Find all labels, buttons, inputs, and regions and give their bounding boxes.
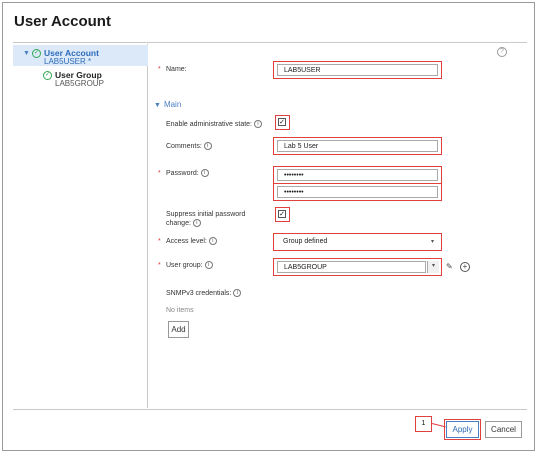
chevron-down-icon[interactable]: ▾ — [431, 238, 434, 245]
check-circle-icon: ✓ — [32, 49, 41, 58]
info-icon[interactable]: i — [203, 142, 212, 151]
required-marker: * — [158, 170, 161, 177]
admin-state-label: Enable administrative state: i — [166, 120, 262, 129]
name-label: Name: — [166, 66, 187, 73]
info-icon[interactable]: i — [200, 169, 209, 178]
page-title: User Account — [14, 13, 111, 30]
info-icon[interactable]: i — [254, 120, 262, 129]
access-level-label: Access level: i — [166, 237, 217, 246]
required-marker: * — [158, 238, 161, 245]
comments-input[interactable]: Lab 5 User — [277, 140, 438, 152]
user-group-label: User group: i — [166, 261, 213, 270]
required-marker: * — [158, 262, 161, 269]
dialog-frame: User Account ▼ ✓ User Account LAB5USER *… — [2, 2, 535, 451]
user-group-combobox[interactable]: LAB5GROUP — [277, 261, 426, 273]
name-input[interactable]: LAB5USER — [277, 64, 438, 76]
tree-item-sublabel: LAB5GROUP — [55, 79, 104, 88]
add-snmp-button[interactable]: Add — [168, 321, 189, 338]
section-main-label: Main — [163, 100, 182, 109]
navigation-tree: ▼ ✓ User Account LAB5USER * ✓ User Group… — [13, 44, 148, 408]
tree-item-user-account[interactable]: ▼ ✓ User Account LAB5USER * — [13, 45, 148, 66]
chevron-down-icon[interactable]: ▾ — [427, 261, 439, 273]
apply-button[interactable]: Apply — [446, 421, 479, 438]
section-main[interactable]: ▼ Main — [154, 100, 181, 109]
access-level-value: Group defined — [283, 238, 328, 245]
suppress-label-line1: Suppress initial password — [166, 211, 246, 218]
info-icon[interactable]: i — [192, 219, 201, 228]
help-icon[interactable]: ? — [497, 47, 507, 57]
required-marker: * — [158, 66, 161, 73]
password-label: Password: i — [166, 169, 209, 178]
cancel-button[interactable]: Cancel — [485, 421, 522, 438]
comments-label: Comments: i — [166, 142, 212, 151]
suppress-checkbox[interactable]: ✓ — [278, 210, 286, 218]
password-confirm-input[interactable]: •••••••• — [277, 186, 438, 198]
access-level-select[interactable]: Group defined — [277, 236, 438, 248]
step-callout: 1 — [415, 416, 432, 432]
info-icon[interactable]: i — [208, 237, 217, 246]
snmp-empty-text: No items — [166, 307, 194, 314]
suppress-label-line2: change: i — [166, 219, 201, 228]
footer-divider — [13, 409, 527, 410]
collapse-caret-icon: ▼ — [154, 102, 161, 109]
info-icon[interactable]: i — [233, 289, 242, 298]
expand-caret-icon[interactable]: ▼ — [23, 50, 30, 57]
tree-item-user-group[interactable]: ✓ User Group LAB5GROUP — [13, 68, 148, 88]
password-input[interactable]: •••••••• — [277, 169, 438, 181]
check-circle-icon: ✓ — [43, 71, 52, 80]
edit-icon[interactable]: ✎ — [446, 262, 453, 271]
admin-state-checkbox[interactable]: ✓ — [278, 118, 286, 126]
title-divider — [13, 42, 527, 43]
info-icon[interactable]: i — [204, 261, 213, 270]
snmp-label: SNMPv3 credentials: i — [166, 289, 242, 298]
tree-item-sublabel: LAB5USER * — [44, 57, 92, 66]
add-circle-icon[interactable]: + — [460, 262, 470, 272]
